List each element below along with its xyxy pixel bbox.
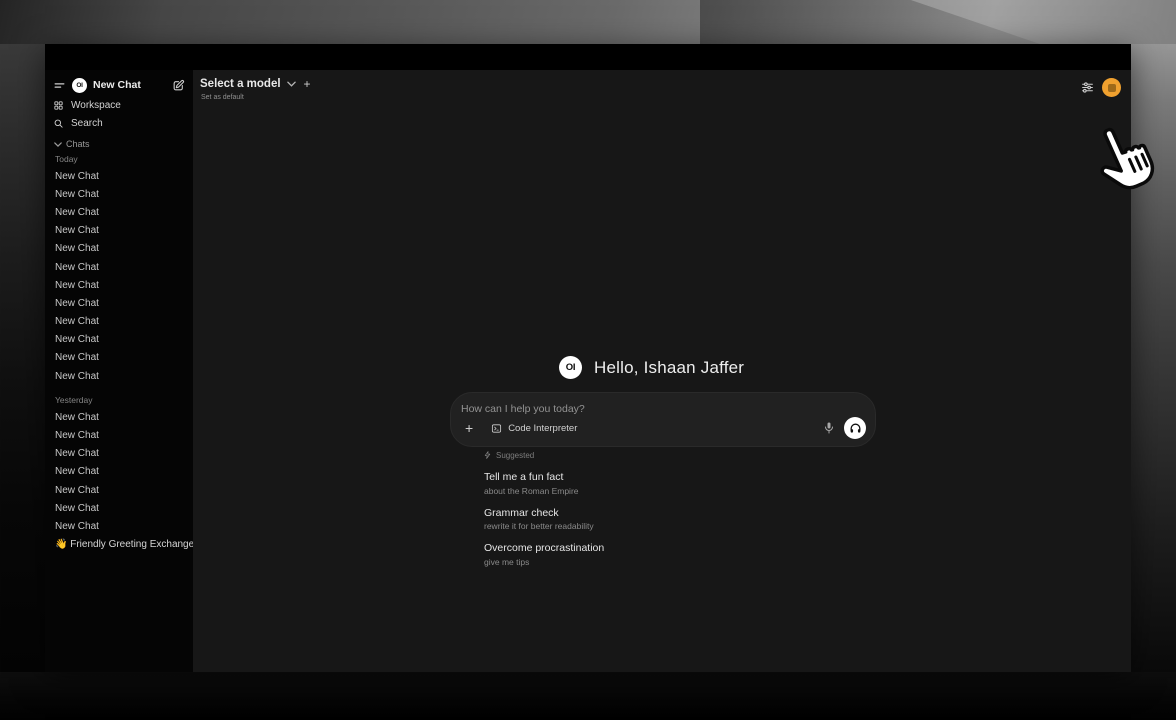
new-chat-compose-icon[interactable] <box>172 79 185 92</box>
chat-list-item[interactable]: New Chat <box>55 294 193 312</box>
workspace-label: Workspace <box>71 100 121 111</box>
chat-list-item[interactable]: New Chat <box>55 445 193 463</box>
greeting: OI Hello, Ishaan Jaffer <box>559 356 744 379</box>
sidebar-item-workspace[interactable]: Workspace <box>53 97 193 113</box>
avatar-glyph <box>1108 84 1116 92</box>
chat-list-item[interactable]: New Chat <box>55 408 193 426</box>
headphones-icon <box>849 422 862 434</box>
chats-section-label: Chats <box>66 139 90 149</box>
code-interpreter-label: Code Interpreter <box>508 423 577 434</box>
suggested-prompt[interactable]: Grammar check rewrite it for better read… <box>484 507 804 532</box>
chat-list-item[interactable]: New Chat <box>55 481 193 499</box>
add-model-button[interactable]: + <box>304 77 311 91</box>
settings-sliders-icon[interactable] <box>1081 81 1094 94</box>
suggested-prompt-title: Grammar check <box>484 507 804 519</box>
suggested-section: Suggested Tell me a fun fact about the R… <box>484 447 804 567</box>
chat-list-item[interactable]: New Chat <box>55 349 193 367</box>
chat-input-card: + Code Interpreter <box>450 392 876 447</box>
desktop-background-bottom <box>0 672 1176 720</box>
suggested-label: Suggested <box>496 451 534 460</box>
sidebar-title: New Chat <box>93 79 141 91</box>
terminal-icon <box>491 423 502 434</box>
screen: OI New Chat Workspace <box>0 0 1176 720</box>
chat-list-item[interactable]: New Chat <box>55 167 193 185</box>
chat-list-item[interactable]: New Chat <box>55 258 193 276</box>
chat-list-item[interactable]: New Chat <box>55 240 193 258</box>
chevron-down-icon <box>287 81 296 87</box>
set-as-default-button[interactable]: Set as default <box>201 94 311 101</box>
bolt-icon <box>484 450 491 460</box>
chat-list-yesterday: New Chat New Chat New Chat New Chat New … <box>45 408 193 535</box>
app-window: OI New Chat Workspace <box>45 44 1131 672</box>
window-titlebar <box>45 44 1131 70</box>
voice-call-button[interactable] <box>844 417 866 439</box>
chat-list-item[interactable]: New Chat <box>55 276 193 294</box>
workspace-grid-icon <box>53 100 64 111</box>
main-header: Select a model + Set as default <box>200 77 311 101</box>
sidebar-item-search[interactable]: Search <box>53 115 193 131</box>
chat-input-toolbar: + Code Interpreter <box>463 417 866 439</box>
desktop-background-left <box>0 44 45 672</box>
search-icon <box>53 118 64 129</box>
microphone-icon[interactable] <box>823 421 835 435</box>
code-interpreter-toggle[interactable]: Code Interpreter <box>491 423 577 434</box>
suggested-prompt-subtitle: about the Roman Empire <box>484 486 804 496</box>
chevron-down-icon <box>54 142 62 147</box>
header-controls <box>1081 78 1121 97</box>
chat-list-item[interactable]: New Chat <box>55 222 193 240</box>
user-avatar[interactable] <box>1102 78 1121 97</box>
search-label: Search <box>71 118 103 129</box>
chat-list-item[interactable]: New Chat <box>55 499 193 517</box>
model-selector-label: Select a model <box>200 78 281 90</box>
app-logo: OI <box>72 78 87 93</box>
suggested-prompt-subtitle: rewrite it for better readability <box>484 521 804 531</box>
suggested-header: Suggested <box>484 450 804 460</box>
chat-list-item[interactable]: New Chat <box>55 426 193 444</box>
suggested-prompt-title: Tell me a fun fact <box>484 471 804 483</box>
chat-list-item[interactable]: New Chat <box>55 331 193 349</box>
suggested-prompt[interactable]: Overcome procrastination give me tips <box>484 542 804 567</box>
attach-plus-button[interactable]: + <box>463 421 475 435</box>
main-content: Select a model + Set as default <box>193 70 1131 672</box>
model-selector[interactable]: Select a model + <box>200 77 311 91</box>
desktop-background-right <box>1131 44 1176 672</box>
chat-list-item[interactable]: New Chat <box>55 185 193 203</box>
chats-section-toggle[interactable]: Chats <box>54 136 193 152</box>
suggested-prompt[interactable]: Tell me a fun fact about the Roman Empir… <box>484 471 804 496</box>
greeting-text: Hello, Ishaan Jaffer <box>594 358 744 378</box>
chat-list-item[interactable]: New Chat <box>55 463 193 481</box>
chat-list-item-friendly-greeting[interactable]: 👋 Friendly Greeting Exchange <box>55 536 193 554</box>
sidebar-header: OI New Chat <box>53 77 185 93</box>
chat-list-today: New Chat New Chat New Chat New Chat New … <box>45 167 193 385</box>
chat-group-label-today: Today <box>55 152 193 166</box>
chat-list-item[interactable]: New Chat <box>55 367 193 385</box>
app-logo: OI <box>559 356 582 379</box>
suggested-prompt-subtitle: give me tips <box>484 557 804 567</box>
chat-list-item[interactable]: New Chat <box>55 313 193 331</box>
chat-input[interactable] <box>461 400 791 418</box>
suggested-prompt-title: Overcome procrastination <box>484 542 804 554</box>
suggested-prompt-list: Tell me a fun fact about the Roman Empir… <box>484 471 804 567</box>
chat-list-item[interactable]: New Chat <box>55 517 193 535</box>
sidebar-toggle-icon[interactable] <box>53 79 66 92</box>
sidebar: OI New Chat Workspace <box>45 70 193 672</box>
chat-group-label-yesterday: Yesterday <box>55 393 193 407</box>
chat-list-item[interactable]: New Chat <box>55 203 193 221</box>
